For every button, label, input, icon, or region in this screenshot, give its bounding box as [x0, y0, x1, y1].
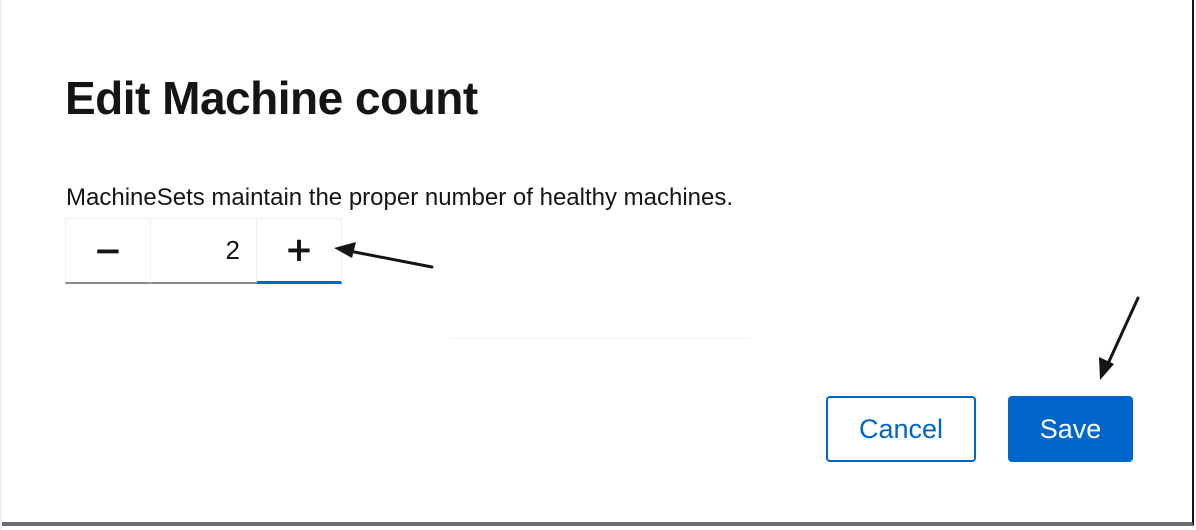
cancel-button[interactable]: Cancel [826, 396, 976, 462]
minus-icon: − [93, 230, 123, 271]
modal-dialog: Edit Machine count MachineSets maintain … [0, 0, 1194, 530]
decrement-button[interactable]: − [65, 218, 151, 284]
plus-icon: + [284, 230, 314, 270]
divider [450, 338, 750, 339]
increment-button[interactable]: + [256, 218, 342, 284]
modal-title: Edit Machine count [65, 72, 478, 124]
modal-edge [0, 0, 2, 530]
save-button[interactable]: Save [1008, 396, 1133, 462]
machine-count-input[interactable] [151, 218, 256, 284]
machine-count-stepper: − + [65, 218, 342, 284]
modal-description: MachineSets maintain the proper number o… [66, 184, 734, 211]
